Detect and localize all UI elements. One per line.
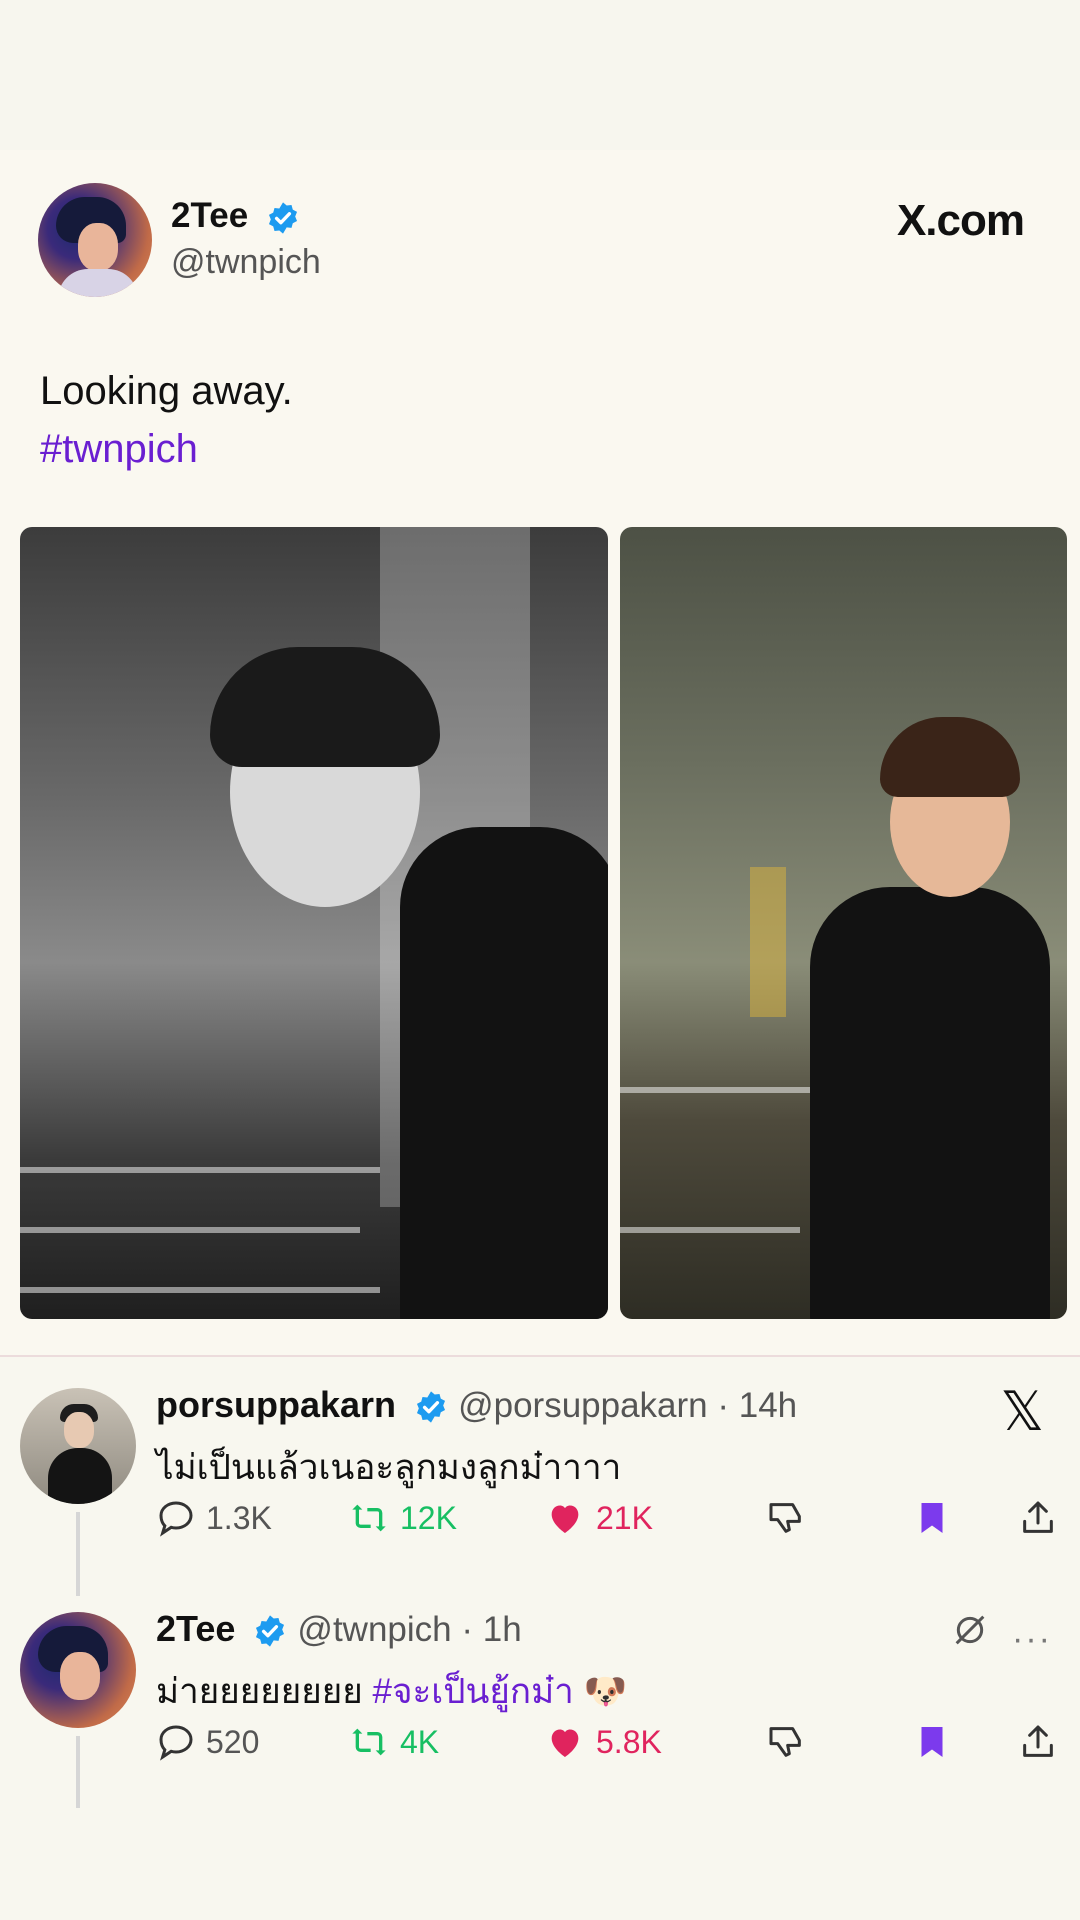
reply-avatar-porsuppakarn[interactable] <box>20 1388 136 1504</box>
reply-1-like-button[interactable]: 21K <box>544 1498 653 1538</box>
reply-2-hashtag[interactable]: #จะเป็นยู้กม๋า <box>373 1672 574 1711</box>
comment-icon <box>159 1501 193 1537</box>
reply-2-comment-count: 520 <box>206 1723 260 1760</box>
reply-2-name[interactable]: 2Tee <box>156 1608 235 1649</box>
author-name[interactable]: 2Tee <box>171 196 248 235</box>
heart-icon <box>551 1729 579 1757</box>
reply-1-bookmark-button[interactable] <box>914 1498 950 1538</box>
reply-2-comment-button[interactable]: 520 <box>156 1722 259 1762</box>
reply-2-text-plain: ม่ายยยยยยยย <box>156 1672 373 1711</box>
dog-emoji: 🐶 <box>583 1672 628 1711</box>
reply-2-dislike-button[interactable] <box>766 1722 806 1762</box>
retweet-icon <box>352 1504 386 1532</box>
more-options-icon[interactable]: ··· <box>1012 1620 1052 1659</box>
notifications-off-icon[interactable] <box>950 1610 990 1655</box>
bookmark-icon <box>921 1727 943 1757</box>
site-label: X.com <box>896 196 1025 245</box>
reply-2-share-button[interactable] <box>1018 1722 1058 1762</box>
reply-1-name[interactable]: porsuppakarn <box>156 1384 396 1425</box>
thread-line <box>76 1512 80 1596</box>
share-icon <box>1023 1725 1053 1757</box>
reply-2-retweet-count: 4K <box>400 1723 440 1760</box>
author-name-row[interactable]: 2Tee <box>171 196 300 236</box>
reply-1-comment-count: 1.3K <box>206 1499 272 1536</box>
reply-2-like-count: 5.8K <box>596 1723 662 1760</box>
reply-2-text: ม่ายยยยยยยย #จะเป็นยู้กม๋า 🐶 <box>156 1664 627 1719</box>
reply-2-bookmark-button[interactable] <box>914 1722 950 1762</box>
tweet-photo-2[interactable] <box>620 527 1067 1319</box>
bookmark-icon <box>921 1503 943 1533</box>
tweet-photo-1[interactable] <box>20 527 608 1319</box>
author-handle[interactable]: @twnpich <box>171 243 321 282</box>
reply-2-retweet-button[interactable]: 4K <box>348 1722 439 1762</box>
reply-1-comment-button[interactable]: 1.3K <box>156 1498 272 1538</box>
reply-2-handle[interactable]: @twnpich · 1h <box>297 1610 521 1649</box>
reply-1-dislike-button[interactable] <box>766 1498 806 1538</box>
x-logo-icon[interactable]: 𝕏 <box>1000 1380 1044 1443</box>
reply-2-like-button[interactable]: 5.8K <box>544 1722 662 1762</box>
thread-line <box>76 1736 80 1808</box>
reply-1-retweet-count: 12K <box>400 1499 457 1536</box>
reply-1-retweet-button[interactable]: 12K <box>348 1498 457 1538</box>
reply-2-actions: 520 4K 5.8K <box>156 1722 1056 1772</box>
thumbs-down-icon <box>769 1503 801 1533</box>
reply-1-share-button[interactable] <box>1018 1498 1058 1538</box>
tweet-text: Looking away. <box>40 369 293 413</box>
retweet-icon <box>352 1728 386 1756</box>
verified-badge-icon <box>417 1391 446 1424</box>
share-icon <box>1023 1501 1053 1533</box>
reply-1-actions: 1.3K 12K 21K <box>156 1498 1056 1548</box>
tweet-text-block: Looking away. #twnpich <box>40 362 293 478</box>
comment-icon <box>159 1725 193 1761</box>
reply-1-text: ไม่เป็นแล้วเนอะลูกมงลูกม๋าาาา <box>156 1448 622 1487</box>
verified-badge-icon <box>268 202 297 234</box>
top-blank-area <box>0 0 1080 150</box>
section-divider <box>0 1355 1080 1357</box>
reply-1-handle[interactable]: @porsuppakarn · 14h <box>458 1386 797 1425</box>
thumbs-down-icon <box>769 1727 801 1757</box>
heart-icon <box>551 1505 579 1533</box>
verified-badge-icon <box>256 1615 285 1648</box>
reply-2-header[interactable]: 2Tee @twnpich · 1h <box>156 1608 522 1650</box>
reply-1-header[interactable]: porsuppakarn @porsuppakarn · 14h <box>156 1384 797 1426</box>
tweet-hashtag[interactable]: #twnpich <box>40 420 293 478</box>
reply-1-like-count: 21K <box>596 1499 653 1536</box>
author-avatar[interactable] <box>38 183 152 297</box>
reply-avatar-2tee[interactable] <box>20 1612 136 1728</box>
